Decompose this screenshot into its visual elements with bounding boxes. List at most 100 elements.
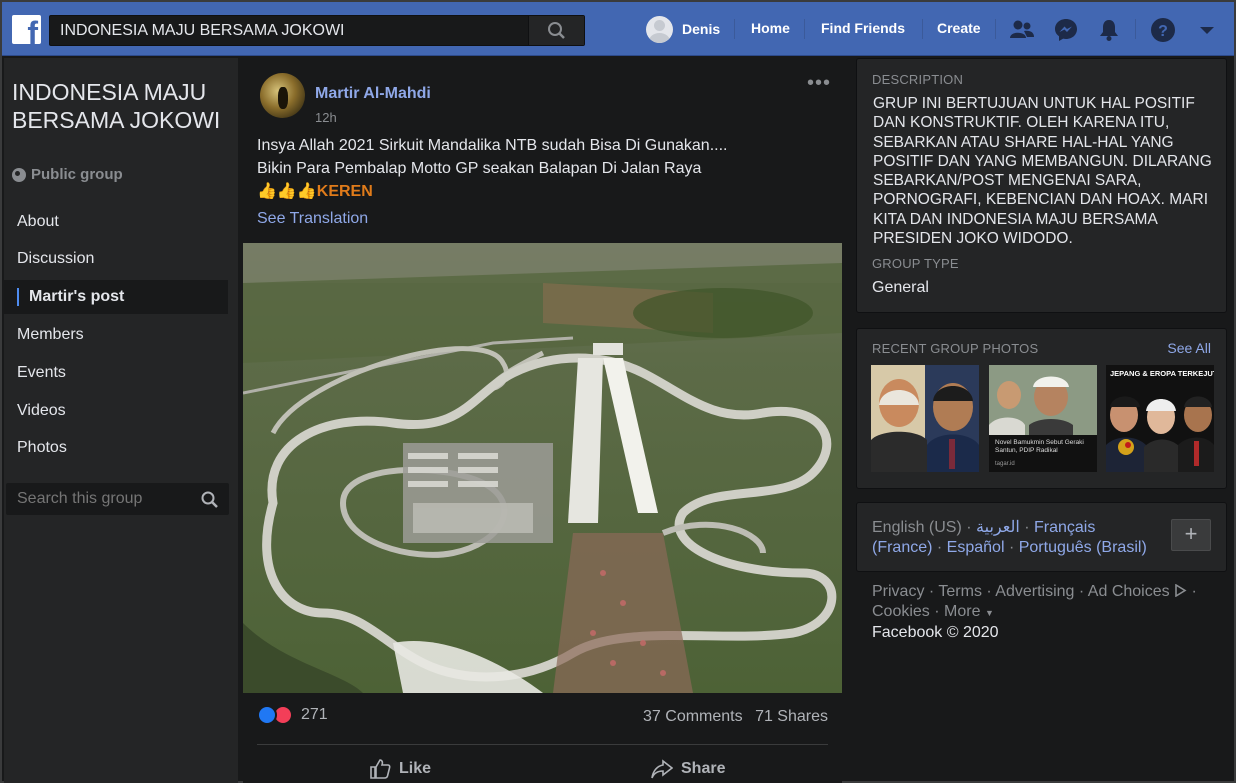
post-image-race-circuit[interactable] bbox=[243, 243, 842, 693]
see-translation-link[interactable]: See Translation bbox=[257, 210, 368, 228]
race-circuit-aerial-photo bbox=[243, 243, 842, 693]
divider bbox=[995, 19, 996, 39]
add-language-button[interactable]: + bbox=[1171, 519, 1211, 551]
group-privacy: Public group bbox=[12, 166, 123, 183]
photo-source: tagar.id bbox=[995, 461, 1015, 467]
search-icon[interactable] bbox=[201, 491, 219, 509]
language-arabic-link[interactable]: العربية bbox=[976, 519, 1020, 536]
comments-count-link[interactable]: 37 Comments bbox=[643, 708, 743, 725]
sidebar-item-videos[interactable]: Videos bbox=[4, 394, 228, 428]
global-search bbox=[49, 15, 585, 46]
profile-link[interactable]: Denis bbox=[646, 2, 720, 56]
group-photo-image bbox=[871, 365, 979, 472]
friend-requests-icon[interactable] bbox=[1009, 17, 1035, 43]
group-search bbox=[6, 483, 229, 515]
search-button[interactable] bbox=[528, 16, 584, 45]
reactions-summary[interactable]: 271 bbox=[257, 705, 328, 725]
more-options-icon[interactable]: ••• bbox=[807, 72, 831, 95]
footer-cookies-link[interactable]: Cookies bbox=[872, 603, 930, 620]
share-button-label: Share bbox=[681, 760, 726, 777]
create-link[interactable]: Create bbox=[937, 20, 981, 36]
group-post: Martir Al-Mahdi 12h ••• Insya Allah 2021… bbox=[243, 58, 842, 783]
group-type-value: General bbox=[872, 279, 929, 296]
post-text: Insya Allah 2021 Sirkuit Mandalika NTB s… bbox=[257, 134, 827, 203]
description-text: GRUP INI BERTUJUAN UNTUK HAL POSITIF DAN… bbox=[873, 95, 1212, 248]
post-timestamp[interactable]: 12h bbox=[315, 110, 337, 125]
see-all-photos-link[interactable]: See All bbox=[1167, 340, 1211, 356]
footer-terms-link[interactable]: Terms bbox=[938, 583, 982, 600]
home-link[interactable]: Home bbox=[751, 20, 790, 36]
notifications-bell-icon[interactable] bbox=[1096, 17, 1122, 43]
footer-more-link[interactable]: More ▼ bbox=[944, 603, 994, 620]
post-text-line: Insya Allah 2021 Sirkuit Mandalika NTB s… bbox=[257, 137, 728, 154]
sidebar-item-discussion[interactable]: Discussion bbox=[4, 242, 228, 276]
language-spanish-link[interactable]: Español bbox=[947, 539, 1005, 556]
post-text-line: Bikin Para Pembalap Motto GP seakan Bala… bbox=[257, 160, 702, 177]
divider bbox=[922, 19, 923, 39]
language-portuguese-link[interactable]: Português (Brasil) bbox=[1019, 539, 1147, 556]
group-photo-thumbnail[interactable]: JEPANG & EROPA TERKEJUT bbox=[1106, 365, 1214, 472]
recent-photos-card: RECENT GROUP PHOTOS See All Novel Bamukm… bbox=[856, 328, 1227, 489]
find-friends-link[interactable]: Find Friends bbox=[821, 20, 905, 36]
language-selector-card: English (US) · العربية · Français (Franc… bbox=[856, 502, 1227, 572]
footer: Privacy · Terms · Advertising · Ad Choic… bbox=[872, 582, 1222, 643]
recent-photos-label: RECENT GROUP PHOTOS bbox=[872, 341, 1039, 356]
post-author-name[interactable]: Martir Al-Mahdi bbox=[315, 85, 431, 103]
post-text-line: 👍👍👍KEREN bbox=[257, 180, 827, 203]
user-name: Denis bbox=[682, 21, 721, 37]
divider bbox=[1135, 19, 1136, 39]
post-text-keren: KEREN bbox=[316, 183, 373, 200]
sidebar-item-about[interactable]: About bbox=[4, 205, 228, 239]
footer-ad-choices-label: Ad Choices bbox=[1087, 583, 1170, 600]
svg-text:?: ? bbox=[1158, 23, 1168, 40]
sidebar-item-current-post[interactable]: Martir's post bbox=[4, 280, 228, 314]
account-menu-chevron-icon[interactable] bbox=[1194, 17, 1220, 43]
sidebar-item-events[interactable]: Events bbox=[4, 356, 228, 390]
privacy-label: Public group bbox=[31, 166, 123, 183]
messenger-icon[interactable] bbox=[1053, 17, 1079, 43]
like-reaction-icon bbox=[257, 705, 277, 725]
photo-caption: Novel Bamukmin Sebut Geraki Santun, PDIP… bbox=[995, 439, 1084, 454]
share-button[interactable]: Share bbox=[651, 755, 725, 783]
group-type-label: GROUP TYPE bbox=[872, 256, 959, 271]
group-title[interactable]: INDONESIA MAJU BERSAMA JOKOWI bbox=[12, 78, 232, 134]
photo-caption: JEPANG & EROPA TERKEJUT bbox=[1110, 369, 1214, 378]
language-current: English (US) bbox=[872, 519, 962, 536]
description-label: DESCRIPTION bbox=[872, 72, 964, 87]
footer-privacy-link[interactable]: Privacy bbox=[872, 583, 924, 600]
divider bbox=[734, 19, 735, 39]
copyright: Facebook © 2020 bbox=[872, 624, 999, 641]
top-navigation-bar: f Denis Home Find Friends Create ? bbox=[2, 2, 1234, 56]
share-icon bbox=[651, 759, 673, 779]
global-search-input[interactable] bbox=[50, 16, 528, 45]
caret-down-icon: ▼ bbox=[984, 608, 994, 618]
group-sidebar: INDONESIA MAJU BERSAMA JOKOWI Public gro… bbox=[4, 58, 238, 783]
post-stats: 37 Comments 71 Shares bbox=[643, 708, 828, 726]
divider bbox=[257, 744, 828, 745]
like-button[interactable]: Like bbox=[369, 755, 431, 783]
group-photo-image bbox=[989, 365, 1097, 472]
sidebar-item-members[interactable]: Members bbox=[4, 318, 228, 352]
author-avatar[interactable] bbox=[260, 73, 305, 118]
footer-ad-choices-link[interactable]: Ad Choices bbox=[1088, 583, 1187, 600]
globe-icon bbox=[12, 167, 26, 182]
group-photo-thumbnail[interactable] bbox=[871, 365, 979, 472]
like-button-label: Like bbox=[399, 760, 432, 777]
group-photo-thumbnail[interactable]: Novel Bamukmin Sebut Geraki Santun, PDIP… bbox=[989, 365, 1097, 472]
avatar bbox=[646, 15, 673, 43]
search-icon bbox=[548, 22, 565, 39]
reaction-count: 271 bbox=[301, 706, 328, 723]
help-icon[interactable]: ? bbox=[1150, 17, 1176, 43]
footer-advertising-link[interactable]: Advertising bbox=[995, 583, 1074, 600]
sidebar-item-photos[interactable]: Photos bbox=[4, 431, 228, 465]
language-list: English (US) · العربية · Français (Franc… bbox=[872, 519, 1147, 556]
group-photo-image bbox=[1106, 365, 1214, 472]
group-search-input[interactable] bbox=[6, 483, 191, 515]
facebook-logo-icon[interactable]: f bbox=[12, 15, 41, 44]
ad-choices-icon bbox=[1175, 583, 1187, 598]
shares-count-link[interactable]: 71 Shares bbox=[755, 708, 828, 725]
group-description-card: DESCRIPTION GRUP INI BERTUJUAN UNTUK HAL… bbox=[856, 58, 1227, 313]
footer-more-label: More bbox=[944, 603, 981, 620]
thumbs-up-emoji-icon: 👍👍👍 bbox=[257, 183, 317, 200]
thumbs-up-icon bbox=[370, 759, 391, 779]
